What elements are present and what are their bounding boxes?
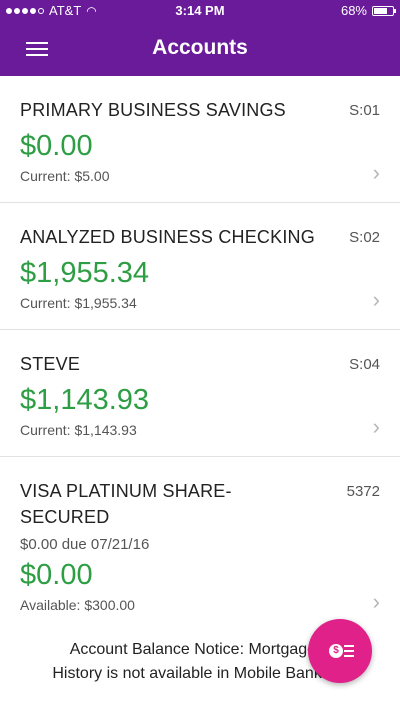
account-name: ANALYZED BUSINESS CHECKING (20, 227, 315, 247)
accounts-list: PRIMARY BUSINESS SAVINGS S:01 $0.00 Curr… (0, 76, 400, 637)
status-bar: AT&T ◠ 3:14 PM 68% (0, 0, 400, 22)
transfer-fab-button[interactable]: $ (308, 619, 372, 683)
dollar-transfer-icon: $ (329, 644, 343, 658)
account-row-steve[interactable]: STEVE S:04 $1,143.93 Current: $1,143.93 … (0, 330, 400, 457)
account-current-balance: Current: $1,955.34 (20, 295, 137, 311)
account-balance: $1,143.93 (20, 384, 150, 416)
account-name: STEVE (20, 354, 81, 374)
account-row-visa-platinum[interactable]: VISA PLATINUM SHARE- SECURED 5372 $0.00 … (0, 457, 400, 637)
account-current-balance: Current: $1,143.93 (20, 422, 137, 438)
account-name: PRIMARY BUSINESS SAVINGS (20, 100, 286, 120)
account-balance: $0.00 (20, 559, 93, 591)
account-code: S:02 (349, 229, 380, 246)
chevron-right-icon: › (372, 287, 380, 312)
chevron-right-icon: › (372, 160, 380, 185)
page-title: Accounts (152, 36, 248, 59)
account-name-line2: SECURED (20, 507, 110, 527)
battery-percent: 68% (340, 3, 367, 18)
chevron-right-icon: › (372, 589, 380, 614)
account-code: S:01 (349, 102, 380, 119)
account-current-balance: Current: $5.00 (20, 168, 110, 184)
account-row-analyzed-business-checking[interactable]: ANALYZED BUSINESS CHECKING S:02 $1,955.3… (0, 203, 400, 330)
account-code: S:04 (349, 356, 380, 373)
app-header: Accounts (0, 22, 400, 76)
account-name-line1: VISA PLATINUM SHARE- (20, 481, 232, 501)
account-row-primary-business-savings[interactable]: PRIMARY BUSINESS SAVINGS S:01 $0.00 Curr… (0, 76, 400, 203)
account-balance: $0.00 (20, 130, 93, 162)
account-balance: $1,955.34 (20, 257, 150, 289)
chevron-right-icon: › (372, 414, 380, 439)
payment-due: $0.00 due 07/21/16 (20, 536, 150, 553)
available-credit: Available: $300.00 (20, 597, 135, 613)
account-number: 5372 (346, 483, 380, 500)
battery-icon (372, 5, 396, 16)
